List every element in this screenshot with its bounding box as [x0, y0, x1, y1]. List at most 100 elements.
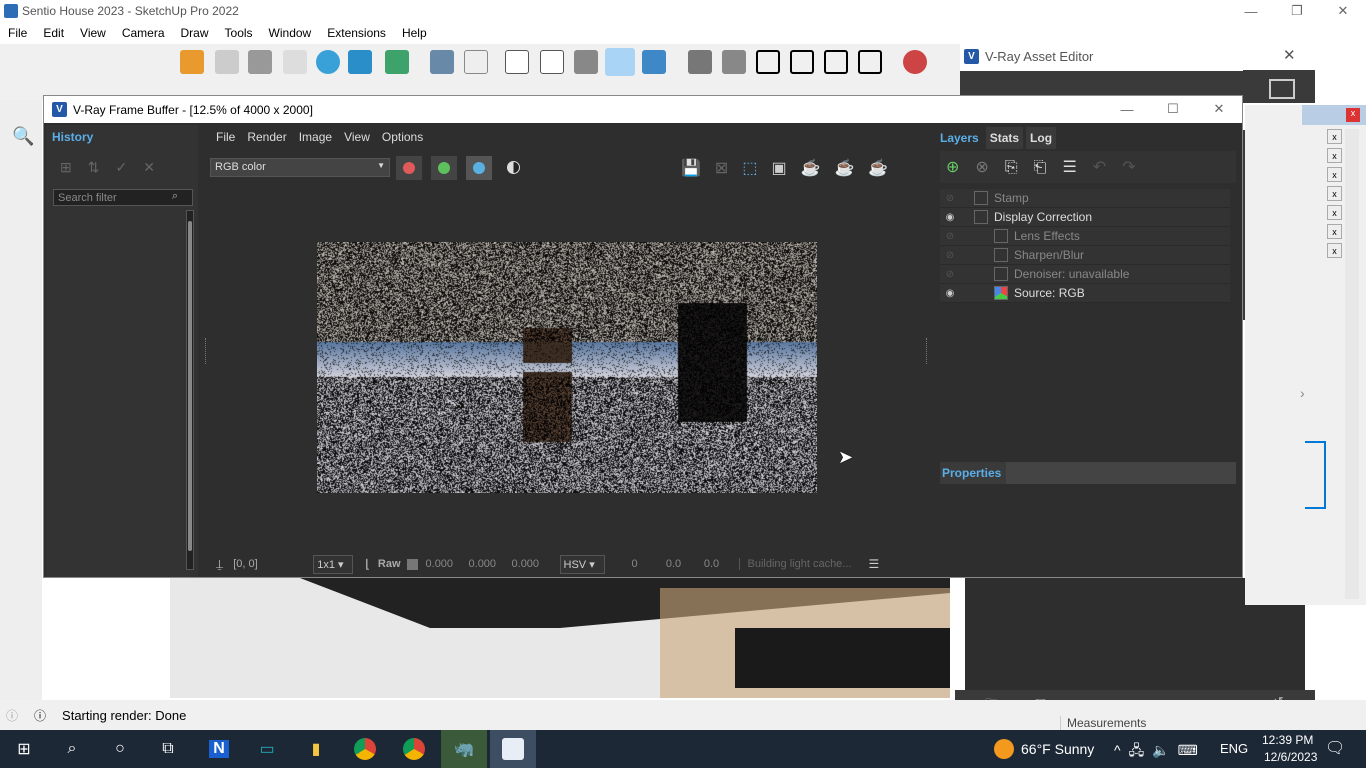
clock-time[interactable]: 12:39 PM [1262, 733, 1313, 747]
delete-layer-icon[interactable]: ⊗ [975, 159, 1004, 176]
layer-row[interactable]: ⊘ Denoiser: unavailable [940, 265, 1230, 284]
eye-off-icon[interactable]: ⊘ [940, 193, 960, 204]
blue-channel-button[interactable] [466, 156, 492, 180]
render-settings-icon[interactable] [1269, 79, 1295, 99]
vray-render-icon[interactable] [903, 50, 927, 74]
save-image-icon[interactable]: 💾 [681, 160, 715, 177]
menu-tools[interactable]: Tools [217, 26, 261, 40]
search-filter-input[interactable]: Search filter ⌕ [53, 189, 193, 206]
close-icon[interactable]: x [1327, 148, 1342, 163]
color-mode-dropdown[interactable]: HSV ▾ [560, 555, 605, 574]
start-render-icon[interactable]: ☕ [868, 160, 902, 177]
menu-camera[interactable]: Camera [114, 26, 173, 40]
layer-row[interactable]: ⊘ Stamp [940, 189, 1230, 208]
stop-render-icon[interactable]: ☕ [835, 160, 869, 177]
start-button[interactable]: ⊞ [0, 730, 48, 768]
shaded-icon[interactable] [540, 50, 564, 74]
close-icon[interactable]: x [1327, 224, 1342, 239]
alpha-channel-icon[interactable] [507, 161, 520, 174]
vr-icon[interactable] [283, 50, 307, 74]
close-icon[interactable]: x [1327, 129, 1342, 144]
wireframe-icon[interactable] [464, 50, 488, 74]
right-view-icon[interactable] [790, 50, 814, 74]
red-channel-button[interactable] [396, 156, 422, 180]
close-icon[interactable]: x [1327, 205, 1342, 220]
search-icon[interactable]: ⌕ [48, 730, 96, 768]
help-icon[interactable] [316, 50, 340, 74]
vfb-maximize-button[interactable]: ☐ [1150, 98, 1196, 120]
close-icon[interactable]: x [1327, 243, 1342, 258]
eye-off-icon[interactable]: ⊘ [940, 250, 960, 261]
hidden-line-icon[interactable] [505, 50, 529, 74]
splitter-left[interactable] [205, 338, 208, 364]
scan-icon[interactable] [215, 50, 239, 74]
monochrome-icon[interactable] [605, 48, 635, 76]
close-icon[interactable]: x [1327, 167, 1342, 182]
vfb-menu-image[interactable]: Image [299, 130, 332, 144]
box-icon[interactable] [248, 50, 272, 74]
render-last-icon[interactable]: ▣ [771, 160, 800, 177]
measurements-box[interactable]: Measurements [1060, 716, 1360, 730]
info-icon[interactable]: ⓘ [34, 707, 46, 724]
zoom-icon[interactable]: 🔍 [12, 126, 34, 147]
iso-view-icon[interactable] [688, 50, 712, 74]
front-view-icon[interactable] [756, 50, 780, 74]
region-render-icon[interactable]: ⬚ [742, 160, 771, 177]
vfb-menu-render[interactable]: Render [247, 130, 286, 144]
language-indicator[interactable]: ENG [1220, 741, 1248, 756]
eye-off-icon[interactable]: ⊘ [940, 231, 960, 242]
back-view-icon[interactable] [824, 50, 848, 74]
news-app-icon[interactable]: N [195, 730, 243, 768]
load-layers-icon[interactable]: ⎗ [1034, 159, 1063, 176]
zoom-ratio-dropdown[interactable]: 1x1 ▾ [313, 555, 353, 574]
menu-extensions[interactable]: Extensions [319, 26, 394, 40]
layer-list-icon[interactable]: ☰ [1062, 159, 1092, 176]
rhino-icon[interactable]: 🦏 [441, 730, 487, 768]
component-icon[interactable] [348, 50, 372, 74]
user-icon[interactable] [180, 50, 204, 74]
weather-text[interactable]: 66°F Sunny [1021, 741, 1094, 757]
close-icon[interactable]: x [1327, 186, 1342, 201]
vfb-menu-file[interactable]: File [216, 130, 235, 144]
textured-icon[interactable] [574, 50, 598, 74]
top-view-icon[interactable] [722, 50, 746, 74]
splitter-right[interactable] [926, 338, 929, 364]
vfb-close-button[interactable]: ✕ [1196, 98, 1242, 120]
left-view-icon[interactable] [858, 50, 882, 74]
close-button[interactable]: ✕ [1320, 0, 1366, 22]
menu-view[interactable]: View [72, 26, 114, 40]
menu-window[interactable]: Window [261, 26, 320, 40]
history-tab[interactable]: History [52, 130, 93, 144]
log-icon[interactable]: ☰ [869, 557, 880, 571]
notifications-icon[interactable]: 🗨 [1325, 738, 1345, 758]
clock-date[interactable]: 12/6/2023 [1264, 750, 1317, 764]
search-icon[interactable]: ⌕ [172, 190, 178, 203]
layer-row[interactable]: ◉ Display Correction [940, 208, 1230, 227]
tab-log[interactable]: Log [1026, 127, 1056, 149]
clear-image-icon[interactable]: ⊠ [715, 160, 742, 177]
tray-scrollbar[interactable] [1345, 129, 1359, 599]
save-layers-icon[interactable]: ⎘ [1005, 159, 1034, 176]
vfb-menu-options[interactable]: Options [382, 130, 423, 144]
cortana-icon[interactable]: ○ [96, 730, 144, 768]
menu-help[interactable]: Help [394, 26, 435, 40]
history-scrollbar[interactable] [186, 210, 194, 570]
chrome-icon[interactable] [341, 730, 389, 768]
raw-checkbox[interactable] [407, 559, 418, 570]
layer-row[interactable]: ⊘ Lens Effects [940, 227, 1230, 246]
add-layer-icon[interactable]: ⊕ [946, 159, 975, 176]
tab-layers[interactable]: Layers [936, 127, 983, 149]
ipr-icon[interactable]: ☕ [801, 160, 835, 177]
undo-icon[interactable]: ↶ [1093, 159, 1122, 176]
chevron-right-icon[interactable]: › [1300, 385, 1305, 401]
chrome-profile-icon[interactable] [390, 730, 438, 768]
render-image[interactable] [317, 242, 817, 493]
channel-dropdown[interactable]: RGB color ▼ [210, 158, 390, 177]
lock-icon[interactable]: ⍊ [216, 557, 223, 572]
layer-row[interactable]: ◉ Source: RGB [940, 284, 1230, 303]
redo-icon[interactable]: ↷ [1122, 159, 1151, 176]
menu-draw[interactable]: Draw [173, 26, 217, 40]
style-icon[interactable] [642, 50, 666, 74]
xray-icon[interactable] [430, 50, 454, 74]
layout-icon[interactable] [385, 50, 409, 74]
